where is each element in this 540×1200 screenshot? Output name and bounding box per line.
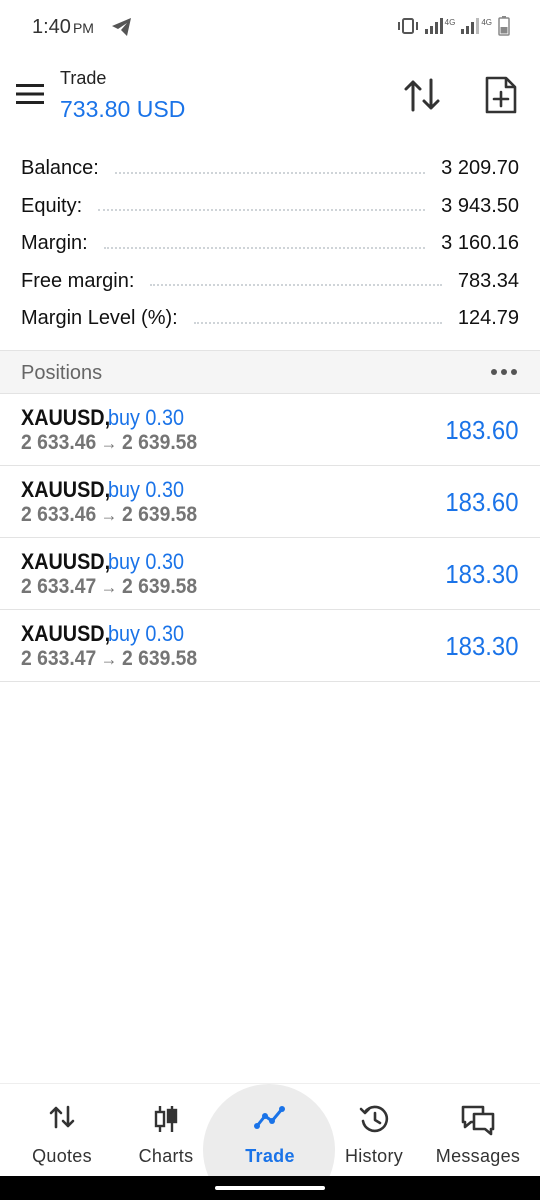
position-side: buy 0.30 — [108, 405, 184, 430]
positions-list: XAUUSD, buy 0.30 2 633.46 → 2 639.58 183.6… — [0, 394, 540, 682]
position-profit: 183.60 — [445, 415, 519, 445]
status-time: 1:40 PM — [32, 16, 94, 39]
gesture-bar — [0, 1176, 540, 1200]
dotted-leader — [193, 320, 442, 324]
position-symbol: XAUUSD, — [21, 621, 111, 646]
bottom-nav: Quotes Charts Trade History Messages — [0, 1083, 540, 1200]
status-bar: 1:40 PM 4G 4G — [0, 0, 540, 56]
summary-row-margin: Margin: 3 160.16 — [21, 225, 519, 263]
positions-header: Positions — [0, 350, 540, 394]
nav-trade[interactable]: Trade — [218, 1084, 322, 1177]
position-row[interactable]: XAUUSD, buy 0.30 2 633.47 → 2 639.58 183.3… — [0, 538, 540, 610]
position-symbol: XAUUSD, — [21, 405, 111, 430]
signal-icon — [424, 18, 443, 34]
status-ampm: PM — [72, 20, 94, 36]
open-price: 2 633.46 — [21, 431, 97, 454]
current-price: 2 639.58 — [121, 503, 198, 526]
status-indicators: 4G 4G — [397, 16, 510, 36]
summary-row-margin-level: Margin Level (%): 124.79 — [21, 300, 519, 338]
sort-icon[interactable] — [402, 76, 442, 114]
history-icon — [359, 1105, 389, 1133]
dotted-leader — [103, 245, 426, 249]
nav-label: Messages — [435, 1146, 521, 1166]
status-time-value: 1:40 — [32, 16, 71, 38]
network-type-1: 4G — [444, 17, 456, 27]
summary-value: 783.34 — [457, 269, 519, 292]
summary-label: Equity: — [21, 194, 83, 217]
position-symbol: XAUUSD, — [21, 477, 111, 502]
nav-label: Quotes — [32, 1146, 92, 1166]
nav-label: Charts — [138, 1146, 194, 1166]
position-row[interactable]: XAUUSD, buy 0.30 2 633.46 → 2 639.58 183.6… — [0, 394, 540, 466]
nav-history[interactable]: History — [322, 1084, 426, 1177]
charts-icon — [154, 1106, 178, 1132]
nav-messages[interactable]: Messages — [426, 1084, 530, 1177]
position-side: buy 0.30 — [108, 621, 184, 646]
home-indicator[interactable] — [215, 1186, 325, 1190]
summary-label: Free margin: — [21, 269, 135, 292]
nav-quotes[interactable]: Quotes — [10, 1084, 114, 1177]
telegram-icon — [112, 18, 131, 36]
summary-value: 3 160.16 — [441, 232, 519, 255]
open-price: 2 633.47 — [21, 647, 97, 670]
current-price: 2 639.58 — [121, 647, 198, 670]
summary-value: 124.79 — [457, 307, 519, 330]
summary-label: Balance: — [21, 157, 99, 180]
position-side: buy 0.30 — [108, 549, 184, 574]
arrow-icon: → — [100, 433, 118, 453]
dotted-leader — [114, 170, 426, 174]
positions-title: Positions — [21, 362, 103, 384]
current-price: 2 639.58 — [121, 431, 198, 454]
network-type-2: 4G — [481, 17, 492, 27]
summary-value: 3 209.70 — [441, 157, 519, 180]
summary-row-free-margin: Free margin: 783.34 — [21, 263, 519, 301]
menu-icon[interactable] — [16, 82, 44, 106]
position-prices: 2 633.47 → 2 639.58 — [21, 647, 197, 671]
dotted-leader — [150, 282, 442, 287]
more-options-icon[interactable] — [490, 365, 518, 379]
summary-row-balance: Balance: 3 209.70 — [21, 150, 519, 188]
battery-icon — [498, 16, 510, 36]
position-profit: 183.30 — [445, 631, 519, 661]
position-symbol: XAUUSD, — [21, 549, 111, 574]
position-profit: 183.60 — [445, 487, 519, 517]
nav-label: History — [344, 1146, 404, 1166]
summary-value: 3 943.50 — [441, 194, 519, 217]
position-prices: 2 633.47 → 2 639.58 — [21, 575, 197, 599]
summary-label: Margin Level (%): — [21, 307, 178, 330]
nav-label: Trade — [245, 1146, 295, 1166]
new-order-icon[interactable] — [484, 75, 518, 115]
trade-icon — [254, 1106, 285, 1129]
position-prices: 2 633.46 → 2 639.58 — [21, 431, 197, 455]
quotes-icon — [49, 1105, 75, 1129]
summary-label: Margin: — [21, 232, 88, 255]
open-price: 2 633.46 — [21, 503, 97, 526]
position-row[interactable]: XAUUSD, buy 0.30 2 633.47 → 2 639.58 183.3… — [0, 610, 540, 682]
position-side: buy 0.30 — [108, 477, 184, 502]
position-profit: 183.30 — [445, 559, 519, 589]
account-profit: 733.80 USD — [60, 96, 186, 122]
arrow-icon: → — [100, 577, 118, 597]
position-row[interactable]: XAUUSD, buy 0.30 2 633.46 → 2 639.58 183.6… — [0, 466, 540, 538]
account-summary: Balance: 3 209.70 Equity: 3 943.50 Margi… — [21, 150, 519, 338]
dotted-leader — [98, 207, 426, 212]
arrow-icon: → — [100, 505, 118, 525]
summary-row-equity: Equity: 3 943.50 — [21, 188, 519, 226]
current-price: 2 639.58 — [121, 575, 198, 598]
signal-icon — [461, 18, 480, 34]
page-title: Trade — [60, 68, 107, 88]
position-prices: 2 633.46 → 2 639.58 — [21, 503, 197, 527]
messages-icon — [461, 1105, 495, 1136]
vibrate-icon — [397, 18, 418, 34]
open-price: 2 633.47 — [21, 575, 97, 598]
arrow-icon: → — [100, 649, 118, 669]
nav-charts[interactable]: Charts — [114, 1084, 218, 1177]
